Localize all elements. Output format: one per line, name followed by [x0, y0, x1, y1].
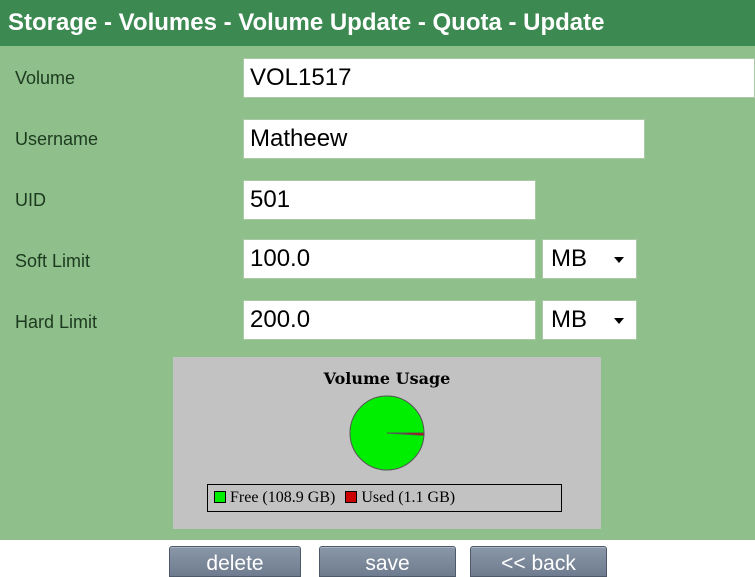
hard-limit-label: Hard Limit	[15, 312, 98, 332]
quota-update-page: Storage - Volumes - Volume Update - Quot…	[0, 0, 755, 577]
username-field[interactable]: Matheew	[243, 119, 645, 159]
hard-limit-unit-value: MB	[551, 306, 587, 333]
soft-limit-unit-select[interactable]: MB	[542, 239, 637, 279]
soft-limit-label: Soft Limit	[15, 251, 91, 271]
hard-limit-unit-select[interactable]: MB	[542, 300, 637, 340]
back-button[interactable]: << back	[470, 546, 607, 577]
hard-limit-field[interactable]: 200.0	[243, 300, 536, 340]
soft-limit-field[interactable]: 100.0	[243, 239, 536, 279]
uid-field[interactable]: 501	[243, 180, 536, 220]
legend-used-swatch	[345, 491, 358, 504]
volume-usage-pie	[349, 395, 425, 471]
volume-label: Volume	[15, 68, 76, 88]
delete-button[interactable]: delete	[169, 546, 301, 577]
legend-free-label: Free (108.9 GB)	[230, 489, 336, 506]
page-title: Storage - Volumes - Volume Update - Quot…	[0, 0, 755, 46]
soft-limit-unit-value: MB	[551, 245, 587, 272]
volume-field[interactable]: VOL1517	[243, 58, 755, 98]
chevron-down-icon	[614, 257, 624, 263]
username-label: Username	[15, 129, 99, 149]
volume-usage-legend: Free (108.9 GB) Used (1.1 GB)	[207, 484, 562, 512]
legend-free-swatch	[214, 491, 226, 504]
legend-used-label: Used (1.1 GB)	[361, 489, 456, 506]
chevron-down-icon	[614, 318, 624, 324]
save-button[interactable]: save	[319, 546, 456, 577]
uid-label: UID	[15, 190, 46, 210]
volume-usage-title: Volume Usage	[323, 369, 451, 388]
volume-usage-box: Volume Usage Free (108.9 GB) Used (1.1 G…	[173, 357, 601, 529]
